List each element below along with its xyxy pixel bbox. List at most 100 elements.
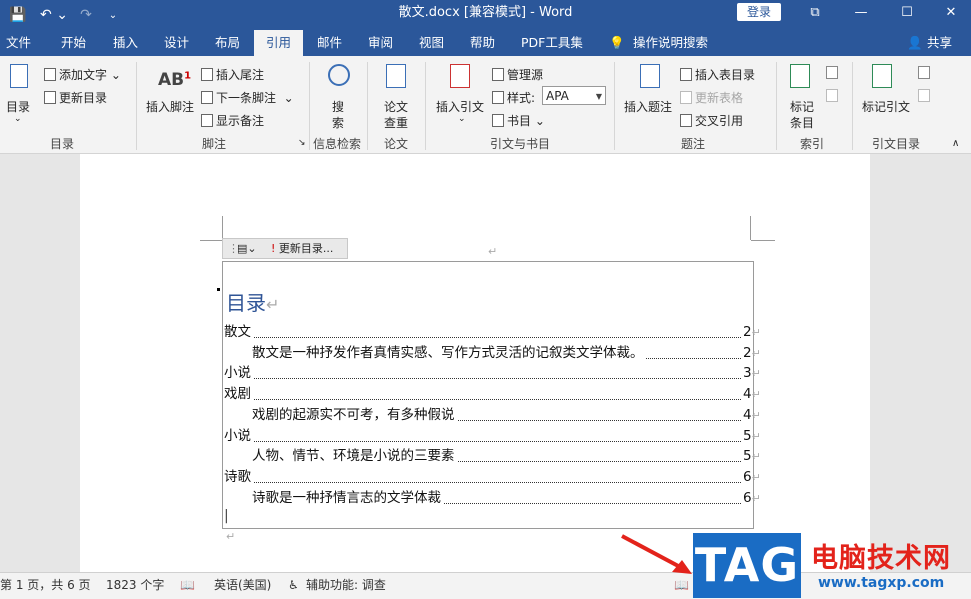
bibliography-icon — [492, 114, 504, 127]
share-button[interactable]: 共享 — [927, 30, 952, 56]
word-count[interactable]: 1823 个字 — [106, 573, 164, 597]
toc-leader-dots — [224, 337, 741, 338]
content-control-toolbar: ⋮ ▤⌄ ! 更新目录... — [222, 238, 348, 259]
toc-entry[interactable]: 散文 — [224, 322, 741, 342]
index-update-icon — [826, 89, 838, 102]
search-button-line2[interactable]: 索 — [332, 114, 344, 131]
divider — [309, 62, 310, 150]
mark-entry-button-line2[interactable]: 条目 — [790, 114, 814, 131]
tab-references[interactable]: 引用 — [254, 30, 304, 56]
tab-insert[interactable]: 插入 — [113, 30, 138, 56]
search-icon — [328, 64, 350, 86]
insert-caption-button[interactable]: 插入题注 — [624, 98, 672, 115]
toc-page-number: 3↵ — [743, 365, 761, 381]
toc-entry[interactable]: 人物、情节、环境是小说的三要素 — [252, 446, 741, 466]
toc-entry-text: 人物、情节、环境是小说的三要素 — [252, 448, 457, 464]
ribbon: 目录 ⌄ 添加文字 ⌄ 更新目录 目录 AB1 插入脚注 插入尾注 下一条脚注 … — [0, 56, 971, 154]
toc-entry-text: 小说 — [224, 428, 253, 444]
crop-mark — [751, 240, 775, 241]
accessibility-icon[interactable]: ♿ — [288, 573, 299, 597]
toc-button[interactable]: 目录 — [6, 98, 30, 115]
minimize-icon[interactable]: — — [838, 0, 884, 24]
toc-page-number: 6↵ — [743, 490, 761, 506]
update-toc-cc-button[interactable]: ! 更新目录... — [271, 239, 333, 258]
mark-entry-icon — [790, 64, 810, 88]
toc-entry[interactable]: 小说 — [224, 426, 741, 446]
watermark-site-name: 电脑技术网 — [811, 543, 951, 574]
add-text-icon — [44, 68, 56, 81]
page-count[interactable]: 第 1 页，共 6 页 — [0, 573, 91, 597]
toc-entry[interactable]: 诗歌是一种抒情言志的文学体裁 — [252, 488, 741, 508]
toc-entry[interactable]: 诗歌 — [224, 467, 741, 487]
proofing-icon[interactable]: 📖 — [180, 573, 195, 597]
update-toa-icon[interactable] — [918, 89, 933, 103]
share-icon[interactable]: 👤 — [907, 30, 923, 56]
toc-entry[interactable]: 小说 — [224, 363, 741, 383]
tab-design[interactable]: 设计 — [164, 30, 189, 56]
maximize-icon[interactable]: ☐ — [884, 0, 930, 24]
ribbon-tabs: 文件 开始 插入 设计 布局 引用 邮件 审阅 视图 帮助 PDF工具集 💡 操… — [0, 30, 971, 56]
insert-toa-icon[interactable] — [918, 66, 933, 80]
next-footnote-button[interactable]: 下一条脚注 ⌄ — [201, 89, 294, 106]
toc-entry[interactable]: 散文是一种抒发作者真情实感、写作方式灵活的记叙类文学体裁。 — [252, 343, 741, 363]
group-label-paper: 论文 — [384, 137, 409, 151]
dialog-launcher-icon[interactable]: ↘ — [298, 138, 306, 148]
update-index-icon[interactable] — [826, 89, 841, 103]
paper-check-button[interactable]: 论文 — [384, 98, 408, 115]
toc-entry-text: 戏剧的起源实不可考，有多种假说 — [252, 407, 457, 423]
search-button[interactable]: 搜 — [332, 98, 344, 115]
toa-update-icon — [918, 89, 930, 102]
accessibility-status[interactable]: 辅助功能: 调查 — [306, 573, 386, 597]
customize-quick-access-icon[interactable]: ⌄ — [102, 0, 124, 30]
divider — [136, 62, 137, 150]
insert-citation-button[interactable]: 插入引文 — [436, 98, 484, 115]
update-toc-icon — [44, 91, 56, 104]
collapse-ribbon-icon[interactable]: ∧ — [952, 138, 959, 149]
update-table-button[interactable]: 更新表格 — [680, 89, 743, 106]
ribbon-display-options-icon[interactable]: ⧉ — [792, 0, 838, 24]
add-text-button[interactable]: 添加文字 ⌄ — [44, 66, 121, 83]
mark-citation-button[interactable]: 标记引文 — [862, 98, 910, 115]
manage-sources-button[interactable]: 管理源 — [492, 66, 543, 83]
toc-entry-text: 散文 — [224, 324, 253, 340]
toc-page-number: 6↵ — [743, 469, 761, 485]
tab-mailings[interactable]: 邮件 — [317, 30, 342, 56]
toc-page-number: 5↵ — [743, 448, 761, 464]
insert-tof-button[interactable]: 插入表目录 — [680, 66, 755, 83]
paper-check-button-line2[interactable]: 查重 — [384, 114, 408, 131]
toc-menu-icon[interactable]: ▤⌄ — [237, 239, 257, 258]
mark-entry-button[interactable]: 标记 — [790, 98, 814, 115]
paper-check-icon — [386, 64, 406, 88]
tab-help[interactable]: 帮助 — [470, 30, 495, 56]
tab-file[interactable]: 文件 — [6, 30, 31, 56]
citation-style-select[interactable]: APA ▼ — [542, 86, 606, 105]
login-button[interactable]: 登录 — [737, 3, 781, 21]
bibliography-button[interactable]: 书目 ⌄ — [492, 112, 545, 129]
toc-entry[interactable]: 戏剧的起源实不可考，有多种假说 — [252, 405, 741, 425]
tab-review[interactable]: 审阅 — [368, 30, 393, 56]
undo-icon[interactable]: ↶ ⌄ — [36, 0, 72, 30]
index-icon — [826, 66, 838, 79]
close-icon[interactable]: ✕ — [928, 0, 971, 24]
tell-me-search[interactable]: 操作说明搜索 — [633, 30, 708, 56]
insert-endnote-button[interactable]: 插入尾注 — [201, 66, 264, 83]
toc-page-number: 4↵ — [743, 407, 761, 423]
language-indicator[interactable]: 英语(美国) — [214, 573, 271, 597]
update-toc-button[interactable]: 更新目录 — [44, 89, 107, 106]
mark-citation-icon — [872, 64, 892, 88]
toc-leader-dots — [224, 378, 741, 379]
tab-home[interactable]: 开始 — [61, 30, 86, 56]
show-notes-button[interactable]: 显示备注 — [201, 112, 264, 129]
tab-pdf-tools[interactable]: PDF工具集 — [521, 30, 583, 56]
redo-icon[interactable]: ↷ — [74, 0, 98, 30]
insert-index-icon[interactable] — [826, 66, 841, 80]
manage-sources-icon — [492, 68, 504, 81]
cross-reference-button[interactable]: 交叉引用 — [680, 112, 743, 129]
tab-view[interactable]: 视图 — [419, 30, 444, 56]
group-label-index: 索引 — [800, 137, 825, 151]
text-cursor: | — [224, 508, 229, 524]
insert-footnote-button[interactable]: 插入脚注 — [146, 98, 194, 115]
save-icon[interactable]: 💾 — [4, 0, 32, 30]
toc-entry[interactable]: 戏剧 — [224, 384, 741, 404]
tab-layout[interactable]: 布局 — [215, 30, 240, 56]
